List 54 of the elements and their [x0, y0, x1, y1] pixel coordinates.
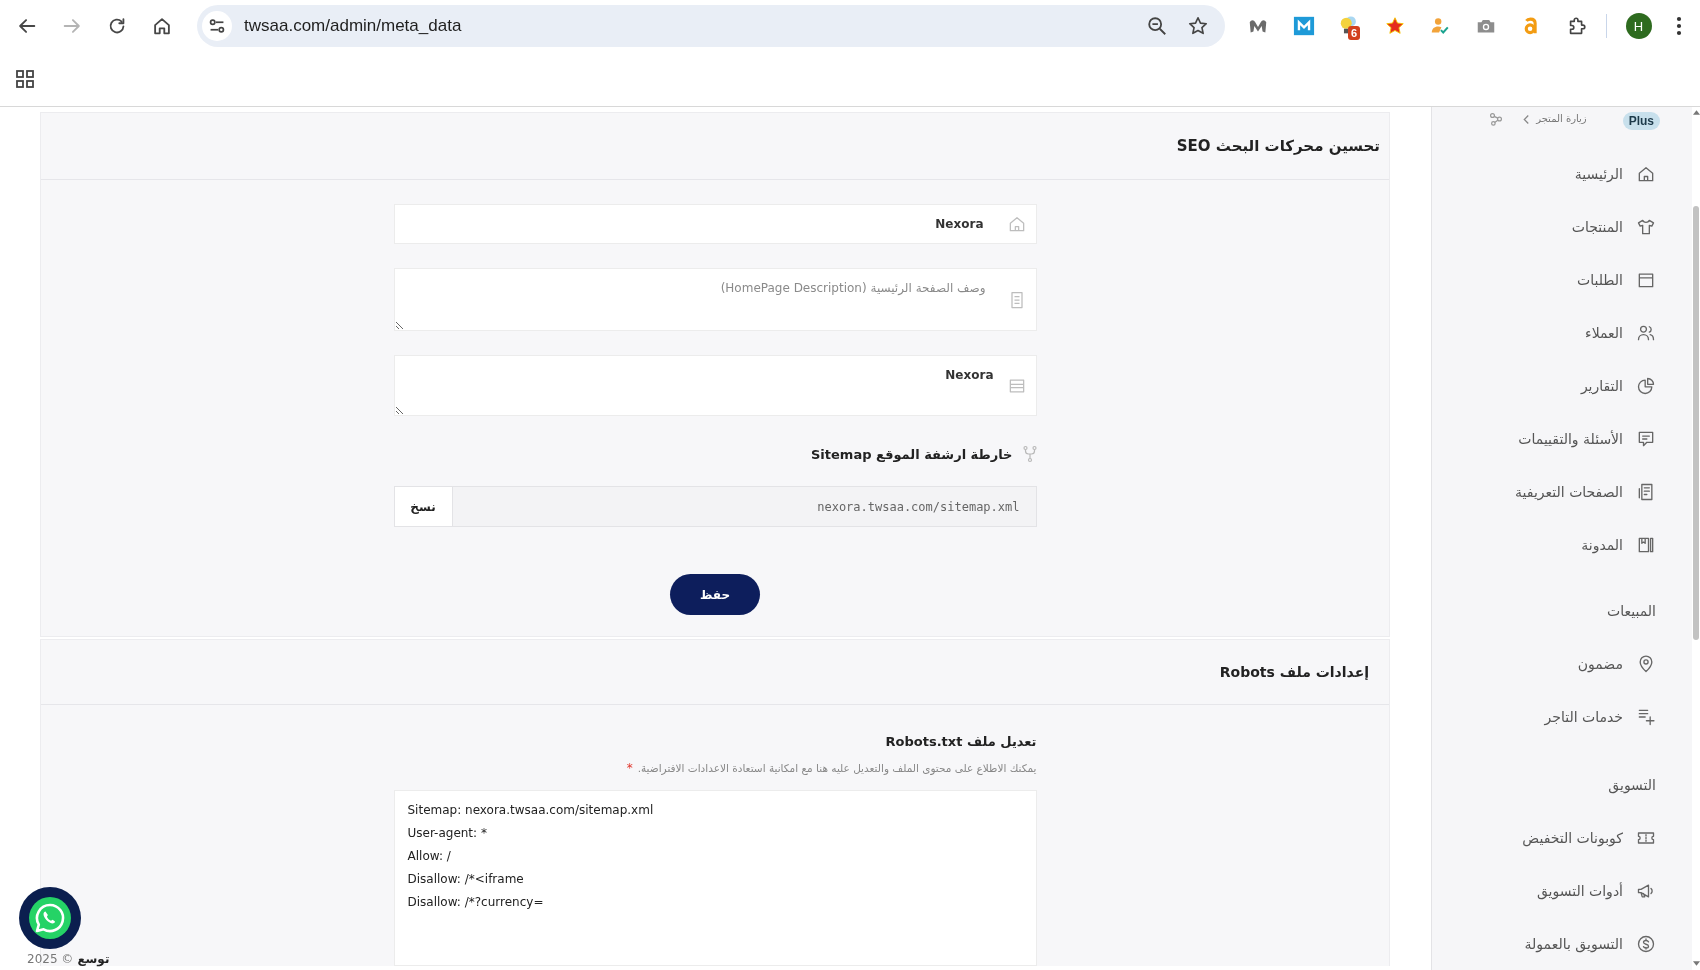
- code-editor[interactable]: Sitemap: nexora.twsaa.com/sitemap.xml User-agent: * Allow: / Disallow: /*<iframe Disallow: /*?currency=: [393, 790, 1037, 966]
- visit-store-link[interactable]: زيارة المتجر: [1536, 112, 1587, 126]
- editor-label: تعديل ملف Robots.txt: [884, 733, 1037, 751]
- home-icon[interactable]: [151, 15, 173, 37]
- sidebar-item[interactable]: المدونة: [1432, 518, 1656, 571]
- sidebar-item[interactable]: مضمون: [1432, 637, 1656, 690]
- sidebar-item[interactable]: التسويق بالعمولة: [1432, 917, 1656, 970]
- tile-logo-icon[interactable]: [1292, 15, 1315, 37]
- magnifier-minus-icon[interactable]: [1146, 15, 1168, 37]
- copyright-text: © 2025: [27, 951, 74, 967]
- sidebar-item[interactable]: كوبونات التخفيض: [1432, 811, 1656, 864]
- more-menu-icon[interactable]: [1675, 15, 1682, 37]
- chevron-left-icon[interactable]: [1523, 114, 1531, 125]
- section-title: تحسين محركات البحث SEO: [1176, 137, 1380, 155]
- copy-button[interactable]: نسخ: [393, 486, 452, 527]
- footer-brand: توسع: [77, 951, 110, 967]
- filled-star-icon[interactable]: [1383, 15, 1406, 37]
- tune-icon[interactable]: [202, 11, 232, 41]
- sidebar-item[interactable]: الرئيسية: [1432, 147, 1656, 200]
- document-icon: [1636, 481, 1656, 502]
- sitemap-label: خارطة ارشفة الموقع Sitemap: [811, 446, 1013, 462]
- save-button[interactable]: حفظ: [670, 574, 760, 615]
- scrollbar-thumb[interactable]: [1693, 206, 1699, 640]
- sidebar-section-title: المبيعات: [1606, 601, 1656, 621]
- text-input[interactable]: Nexora: [393, 204, 1037, 244]
- phone-bubble-icon: [28, 896, 72, 940]
- sidebar-item[interactable]: الأسئلة والتقييمات: [1432, 412, 1656, 465]
- sidebar-item[interactable]: أدوات التسويق: [1432, 864, 1656, 917]
- address-bar[interactable]: twsaa.com/admin/meta_data: [197, 5, 1225, 47]
- star-outline-icon[interactable]: [1187, 15, 1209, 37]
- sidebar-item[interactable]: الصفحات التعريفية: [1432, 465, 1656, 518]
- text-area[interactable]: Nexora: [393, 355, 1037, 416]
- sidebar-item[interactable]: الطلبات: [1432, 253, 1656, 306]
- section-title: إعدادات ملف Robots: [1219, 664, 1369, 680]
- caret-up-icon[interactable]: [1692, 110, 1700, 115]
- grid-icon[interactable]: [16, 70, 34, 88]
- sidebar-section-title: التسويق: [1607, 775, 1656, 796]
- sidebar-item[interactable]: خدمات التاجر: [1432, 690, 1656, 743]
- sitemap-url-field[interactable]: nexora.twsaa.com/sitemap.xml: [451, 486, 1037, 527]
- hint-text: يمكنك الاطلاع على محتوى الملف والتعديل عليه هنا مع امكانية استعادة الاعدادات الافتراضية.: [637, 762, 1037, 774]
- person-check-icon[interactable]: [1429, 15, 1451, 37]
- nodes-icon[interactable]: [1489, 112, 1504, 126]
- text-area[interactable]: وصف الصفحة الرئيسية (HomePage Description): [393, 268, 1037, 331]
- sidebar-item[interactable]: العملاء: [1432, 306, 1656, 359]
- url-text[interactable]: twsaa.com/admin/meta_data: [244, 16, 1127, 36]
- required-mark: *: [626, 761, 633, 775]
- count-badge: 6: [1348, 26, 1361, 40]
- plan-badge: Plus: [1622, 112, 1660, 130]
- caret-down-icon[interactable]: [1692, 961, 1700, 966]
- sidebar-item[interactable]: التقارير: [1432, 359, 1656, 412]
- sidebar-item[interactable]: المنتجات: [1432, 200, 1656, 253]
- pie-chart-icon: [1636, 375, 1656, 396]
- branch-icon: [1020, 445, 1039, 463]
- profile-avatar[interactable]: H: [1625, 13, 1652, 39]
